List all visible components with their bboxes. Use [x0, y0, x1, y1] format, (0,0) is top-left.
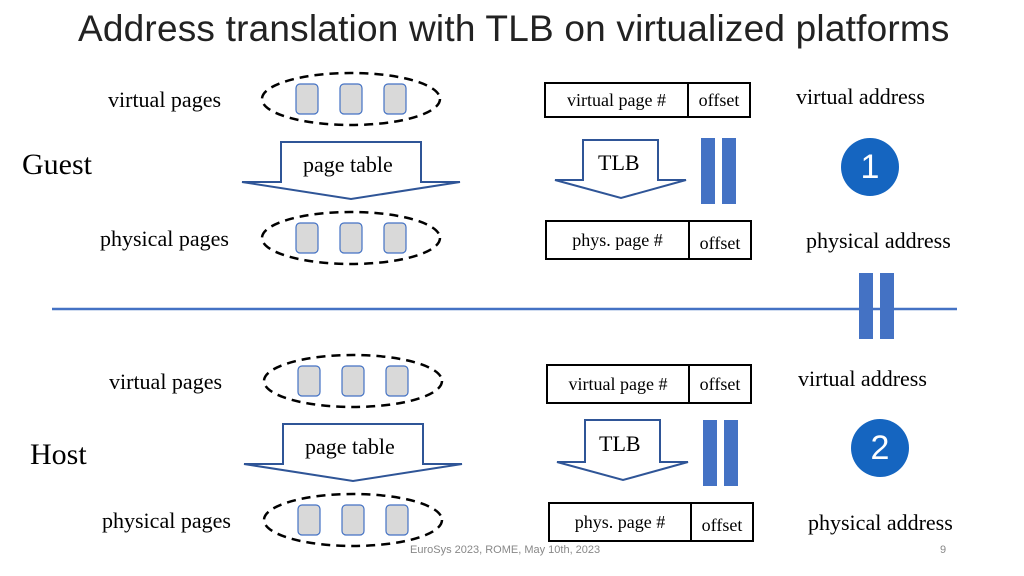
page-icon [297, 365, 321, 397]
equals-bar [724, 420, 738, 486]
guest-label: Guest [22, 148, 92, 181]
page-icon [385, 365, 409, 397]
host-page-table-label: page table [305, 434, 395, 459]
equals-bar [701, 138, 715, 204]
guest-physical-pages-label: physical pages [100, 226, 229, 251]
offset-field: offset [699, 373, 741, 394]
slide-title: Address translation with TLB on virtuali… [78, 8, 950, 49]
page-icon [385, 504, 409, 536]
page-icon [297, 504, 321, 536]
guest-tlb-label: TLB [598, 150, 640, 175]
host-virtual-address-box: virtual page # offset [546, 364, 752, 404]
host-virtual-pages-label: virtual pages [109, 369, 223, 394]
virtual-page-number-field: virtual page # [546, 84, 689, 116]
page-icon [383, 83, 407, 115]
guest-virtual-pages-label: virtual pages [108, 87, 222, 112]
virtual-page-number-field: virtual page # [548, 366, 690, 402]
divider-equals-bar [880, 273, 894, 339]
host-physical-address-label: physical address [808, 510, 953, 535]
page-icon [339, 222, 363, 254]
physical-page-number-field: phys. page # [550, 504, 692, 540]
host-virtual-address-label: virtual address [798, 366, 927, 391]
page-icon [295, 222, 319, 254]
page-icon [383, 222, 407, 254]
offset-field: offset [701, 514, 743, 535]
step-2-badge: 2 [851, 419, 909, 477]
guest-virtual-address-label: virtual address [796, 84, 925, 109]
offset-field: offset [699, 232, 741, 253]
page-icon [295, 83, 319, 115]
guest-virtual-address-box: virtual page # offset [544, 82, 751, 118]
footer-text: EuroSys 2023, ROME, May 10th, 2023 [410, 544, 601, 556]
step-1-badge: 1 [841, 138, 899, 196]
divider-equals-bar [859, 273, 873, 339]
guest-page-table-label: page table [303, 152, 393, 177]
page-icon [339, 83, 363, 115]
physical-page-number-field: phys. page # [547, 222, 690, 258]
page-icon [341, 504, 365, 536]
host-physical-pages-label: physical pages [102, 508, 231, 533]
host-label: Host [30, 438, 87, 471]
host-physical-address-box: phys. page # offset [548, 502, 754, 542]
offset-field: offset [698, 89, 740, 110]
page-icon [341, 365, 365, 397]
guest-physical-address-box: phys. page # offset [545, 220, 752, 260]
page-number: 9 [940, 544, 947, 556]
guest-physical-address-label: physical address [806, 228, 951, 253]
equals-bar [703, 420, 717, 486]
equals-bar [722, 138, 736, 204]
host-tlb-label: TLB [599, 431, 641, 456]
